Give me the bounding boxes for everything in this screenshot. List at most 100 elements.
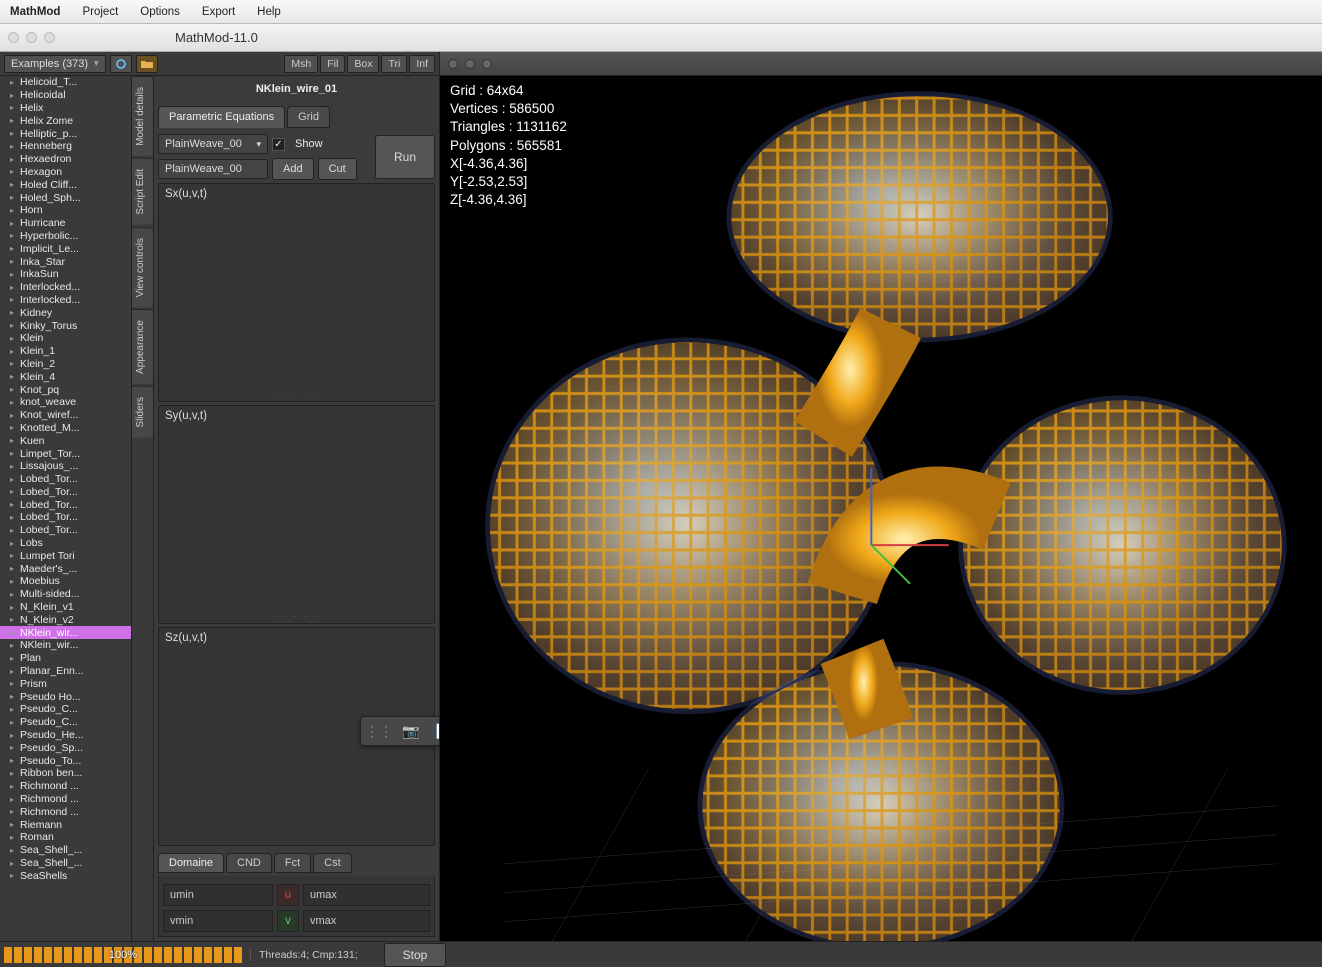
vp-traffic-minimize-icon[interactable]	[465, 59, 475, 69]
tree-item[interactable]: Kuen	[0, 434, 131, 447]
tree-item[interactable]: Lobed_Tor...	[0, 511, 131, 524]
vtab-appearance[interactable]: Appearance	[132, 309, 153, 384]
tab-parametric-equations[interactable]: Parametric Equations	[158, 106, 285, 128]
tree-item[interactable]: knot_weave	[0, 396, 131, 409]
tree-item[interactable]: Holed Cliff...	[0, 178, 131, 191]
tree-item[interactable]: Inka_Star	[0, 255, 131, 268]
tab-grid[interactable]: Grid	[287, 106, 330, 128]
add-button[interactable]: Add	[272, 158, 314, 180]
tree-item[interactable]: Lobed_Tor...	[0, 486, 131, 499]
tree-item[interactable]: Knot_pq	[0, 383, 131, 396]
tree-item[interactable]: Klein	[0, 332, 131, 345]
camera-icon[interactable]: 📷	[401, 721, 421, 741]
model-tree[interactable]: Helicoid_T...HelicoidalHelixHelix ZomeHe…	[0, 76, 132, 941]
v-lock-icon[interactable]: v	[277, 910, 299, 932]
tree-item[interactable]: Hurricane	[0, 217, 131, 230]
menu-help[interactable]: Help	[257, 6, 281, 18]
tree-item[interactable]: Henneberg	[0, 140, 131, 153]
sx-field[interactable]: Sx(u,v,t)· · · · ·	[158, 183, 435, 402]
vmax-field[interactable]: vmax	[303, 910, 430, 932]
tree-item[interactable]: Richmond ...	[0, 805, 131, 818]
viewport[interactable]: Grid : 64x64 Vertices : 586500 Triangles…	[440, 52, 1322, 941]
tree-item[interactable]: Hyperbolic...	[0, 230, 131, 243]
menu-project[interactable]: Project	[82, 6, 118, 18]
vp-traffic-close-icon[interactable]	[448, 59, 458, 69]
tree-item[interactable]: Ribbon ben...	[0, 767, 131, 780]
vtab-model-details[interactable]: Model details	[132, 76, 153, 156]
tree-item[interactable]: Sea_Shell_...	[0, 857, 131, 870]
umin-field[interactable]: umin	[163, 884, 273, 906]
refresh-icon[interactable]	[110, 55, 132, 73]
tree-item[interactable]: Pseudo_He...	[0, 729, 131, 742]
tree-item[interactable]: Roman	[0, 831, 131, 844]
tree-item[interactable]: Maeder's_...	[0, 562, 131, 575]
tree-item[interactable]: Riemann	[0, 818, 131, 831]
stop-button[interactable]: Stop	[384, 943, 447, 967]
vtab-script-edit[interactable]: Script Edit	[132, 158, 153, 225]
tree-item[interactable]: Richmond ...	[0, 780, 131, 793]
tree-item[interactable]: Plan	[0, 652, 131, 665]
tree-item[interactable]: Kinky_Torus	[0, 319, 131, 332]
tree-item[interactable]: Holed_Sph...	[0, 191, 131, 204]
btab-fct[interactable]: Fct	[274, 853, 311, 873]
floating-toolbar[interactable]: ⋮⋮ 📷 📄 🔗 🔧 ▶ 🔍	[360, 716, 439, 746]
tree-item[interactable]: Lumpet Tori	[0, 549, 131, 562]
cut-button[interactable]: Cut	[318, 158, 357, 180]
traffic-close-icon[interactable]	[8, 32, 19, 43]
tree-item[interactable]: Pseudo Ho...	[0, 690, 131, 703]
component-textfield[interactable]: PlainWeave_00	[158, 159, 268, 179]
tree-item[interactable]: Hexaedron	[0, 153, 131, 166]
tree-item[interactable]: Pseudo_To...	[0, 754, 131, 767]
grip-icon[interactable]: ⋮⋮	[369, 721, 389, 741]
tree-item[interactable]: Richmond ...	[0, 793, 131, 806]
run-button[interactable]: Run	[375, 135, 435, 179]
tree-item[interactable]: Implicit_Le...	[0, 242, 131, 255]
tree-item[interactable]: Interlocked...	[0, 281, 131, 294]
vmin-field[interactable]: vmin	[163, 910, 273, 932]
tree-item[interactable]: Interlocked...	[0, 294, 131, 307]
tree-item[interactable]: N_Klein_v1	[0, 601, 131, 614]
tree-item[interactable]: Lobed_Tor...	[0, 524, 131, 537]
tree-item[interactable]: Horn	[0, 204, 131, 217]
u-lock-icon[interactable]: u	[277, 884, 299, 906]
vp-traffic-zoom-icon[interactable]	[482, 59, 492, 69]
tree-item[interactable]: Pseudo_Sp...	[0, 741, 131, 754]
tree-item[interactable]: Sea_Shell_...	[0, 844, 131, 857]
tree-item[interactable]: Prism	[0, 677, 131, 690]
tree-item[interactable]: NKlein_wir...	[0, 626, 131, 639]
tree-item[interactable]: Kidney	[0, 306, 131, 319]
traffic-minimize-icon[interactable]	[26, 32, 37, 43]
tree-item[interactable]: Lobed_Tor...	[0, 473, 131, 486]
tree-item[interactable]: Helix	[0, 102, 131, 115]
vtab-view-controls[interactable]: View controls	[132, 227, 153, 307]
tree-item[interactable]: Helliptic_p...	[0, 127, 131, 140]
system-menubar[interactable]: MathMod Project Options Export Help	[0, 0, 1322, 24]
menu-app[interactable]: MathMod	[10, 6, 60, 18]
tree-item[interactable]: Multi-sided...	[0, 588, 131, 601]
show-checkbox[interactable]: ✓	[272, 138, 285, 151]
tree-item[interactable]: Planar_Enn...	[0, 665, 131, 678]
tree-item[interactable]: Lissajous_...	[0, 460, 131, 473]
tree-item[interactable]: Pseudo_C...	[0, 716, 131, 729]
tb-inf-button[interactable]: Inf	[409, 55, 435, 73]
page-icon[interactable]: 📄	[433, 721, 439, 741]
btab-cst[interactable]: Cst	[313, 853, 352, 873]
tb-box-button[interactable]: Box	[347, 55, 379, 73]
tree-item[interactable]: N_Klein_v2	[0, 613, 131, 626]
component-dropdown[interactable]: PlainWeave_00▾	[158, 134, 268, 154]
tree-item[interactable]: Helix Zome	[0, 114, 131, 127]
tree-item[interactable]: Helicoidal	[0, 89, 131, 102]
menu-options[interactable]: Options	[140, 6, 180, 18]
tree-item[interactable]: Pseudo_C...	[0, 703, 131, 716]
traffic-zoom-icon[interactable]	[44, 32, 55, 43]
tree-item[interactable]: Knotted_M...	[0, 422, 131, 435]
tree-item[interactable]: Knot_wiref...	[0, 409, 131, 422]
tree-item[interactable]: Moebius	[0, 575, 131, 588]
render-surface[interactable]	[440, 72, 1322, 941]
tree-item[interactable]: Lobed_Tor...	[0, 498, 131, 511]
sy-field[interactable]: Sy(u,v,t)· · · · ·	[158, 405, 435, 624]
tree-item[interactable]: Klein_4	[0, 370, 131, 383]
tree-item[interactable]: Lobs	[0, 537, 131, 550]
vtab-sliders[interactable]: Sliders	[132, 386, 153, 438]
tree-item[interactable]: SeaShells	[0, 869, 131, 882]
